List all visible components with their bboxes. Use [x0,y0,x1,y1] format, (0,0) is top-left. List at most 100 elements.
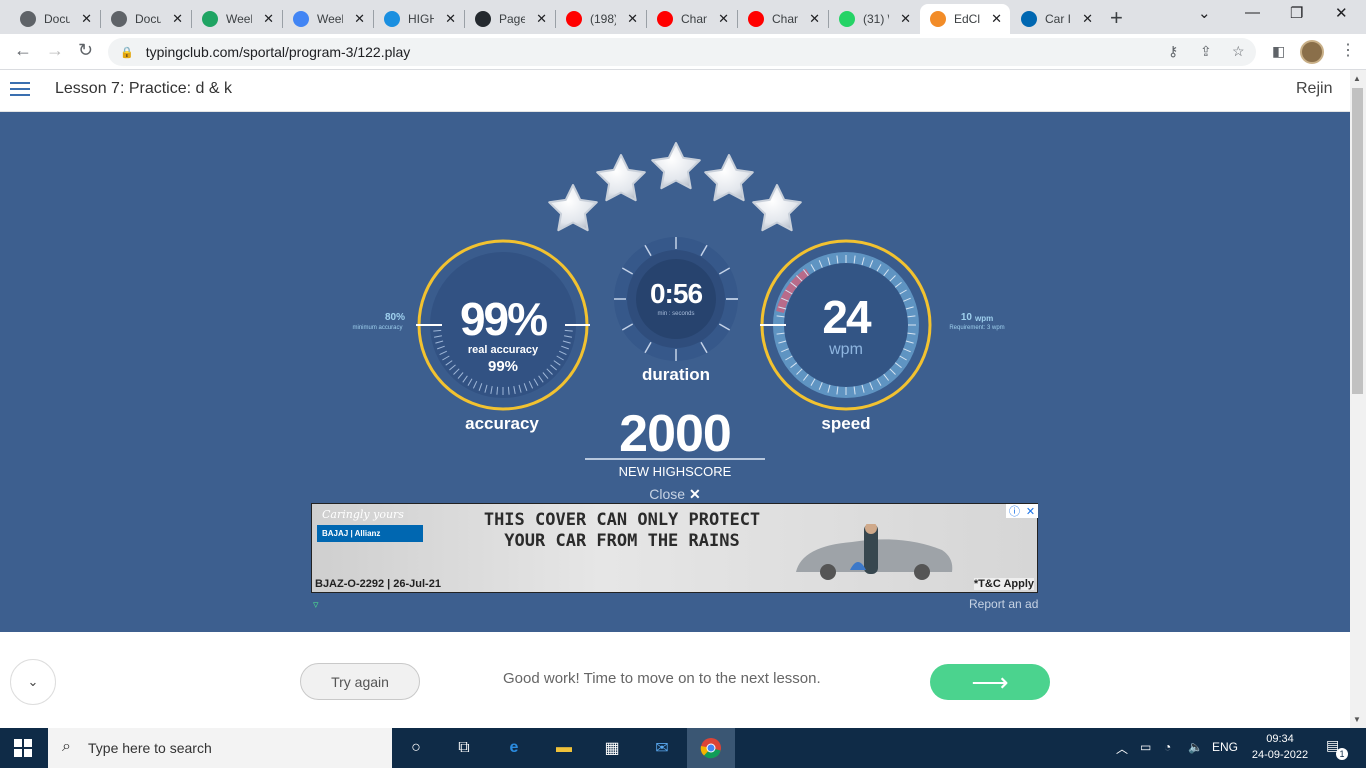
tab-close-icon[interactable]: ✕ [627,11,638,27]
browser-tab[interactable]: HIGH ✕ [374,4,464,34]
advertisement-banner[interactable]: Caringly yours BAJAJ | Allianz THIS COVE… [311,503,1038,593]
browser-tab[interactable]: Page ✕ [465,4,555,34]
scrollbar-thumb[interactable] [1352,88,1363,394]
tab-close-icon[interactable]: ✕ [718,11,729,27]
browser-tab[interactable]: Chan ✕ [738,4,828,34]
hamburger-menu-icon[interactable] [10,82,30,96]
chrome-icon[interactable] [699,736,723,760]
bookmark-star-icon[interactable]: ☆ [1232,43,1245,60]
tab-close-icon[interactable]: ✕ [263,11,274,27]
real-accuracy-value: 99% [487,358,519,375]
duration-label: duration [642,365,710,384]
browser-tab[interactable]: (198) ✕ [556,4,646,34]
tab-label: Docu [135,12,161,26]
speed-value: 24 [822,291,871,343]
wifi-icon[interactable]: ◔ [1164,740,1171,754]
url-field[interactable]: 🔒 typingclub.com/sportal/program-3/122.p… [108,38,1256,66]
browser-tab[interactable]: Docu ✕ [10,4,100,34]
url-text: typingclub.com/sportal/program-3/122.pla… [145,44,411,60]
taskbar-search-placeholder: Type here to search [88,740,212,756]
profile-avatar[interactable] [1300,40,1324,64]
min-accuracy-value: 80% [384,312,405,323]
browser-tab[interactable]: Week ✕ [192,4,282,34]
star-icon [704,154,754,202]
windows-start-icon[interactable] [14,739,32,757]
clock[interactable]: 09:34 24-09-2022 [1250,731,1310,763]
browser-tab[interactable]: Chan ✕ [647,4,737,34]
tab-search-icon[interactable]: ⌄ [1198,4,1211,22]
tab-label: Chan [681,12,707,26]
task-view-icon[interactable]: ⧉ [452,736,476,760]
lesson-title: Lesson 7: Practice: d & k [55,80,232,97]
close-button[interactable]: Close ✕ [620,486,730,503]
battery-icon[interactable]: ▭ [1140,740,1151,754]
forward-icon[interactable]: → [46,40,64,61]
ibb-icon [384,11,400,27]
scroll-up-icon[interactable]: ▲ [1353,74,1361,83]
ad-brand-logo: BAJAJ | Allianz [317,525,423,542]
collapse-button[interactable]: ⌄ [10,659,56,705]
side-panel-icon[interactable]: ◧ [1272,43,1285,60]
tab-close-icon[interactable]: ✕ [991,11,1002,27]
highscore-value: 2000 [619,405,732,463]
taskbar-search-box[interactable]: ⌕ Type here to search [48,728,392,768]
chrome-logo [700,738,721,759]
adchoices-icon[interactable]: ⓘ ✕ [1006,504,1038,518]
browser-tab[interactable]: Docu ✕ [101,4,191,34]
tray-overflow-icon[interactable]: ︿ [1116,740,1128,757]
scroll-down-icon[interactable]: ▼ [1353,715,1361,724]
globe-icon [20,11,36,27]
edge-icon[interactable]: e [502,736,526,760]
mail-icon[interactable]: ✉ [650,736,674,760]
tab-close-icon[interactable]: ✕ [536,11,547,27]
tab-close-icon[interactable]: ✕ [445,11,456,27]
browser-tab[interactable]: EdCl ✕ [920,4,1010,34]
close-window-icon[interactable]: ✕ [1335,4,1348,22]
file-explorer-icon[interactable]: ▬ [552,736,576,760]
store-icon[interactable]: ▦ [600,736,624,760]
key-icon[interactable]: ⚷ [1168,43,1178,60]
ad-feedback-icon[interactable]: ▿ [313,598,319,611]
bajaj-icon [1021,11,1037,27]
cortana-icon[interactable]: ○ [404,736,428,760]
language-indicator[interactable]: ENG [1212,740,1238,754]
clock-time: 09:34 [1266,733,1294,745]
tab-close-icon[interactable]: ✕ [1082,11,1093,27]
next-lesson-button[interactable]: ⟶ [930,664,1050,700]
tab-label: Week [226,12,252,26]
share-icon[interactable]: ⇪ [1200,43,1212,60]
browser-tab[interactable]: Car I ✕ [1011,4,1101,34]
restore-icon[interactable]: ❐ [1290,4,1303,22]
back-icon[interactable]: ← [14,40,32,61]
duration-value: 0:56 [649,278,703,309]
volume-icon[interactable]: 🔈 [1188,740,1203,754]
accuracy-label: accuracy [465,414,539,433]
tab-close-icon[interactable]: ✕ [81,11,92,27]
browser-tab[interactable]: Week ✕ [283,4,373,34]
tab-close-icon[interactable]: ✕ [900,11,911,27]
github-icon [475,11,491,27]
ad-headline: THIS COVER CAN ONLY PROTECT YOUR CAR FRO… [462,510,782,552]
minimize-icon[interactable]: — [1245,4,1260,21]
browser-tab[interactable]: (31) \ ✕ [829,4,919,34]
tab-close-icon[interactable]: ✕ [172,11,183,27]
reload-icon[interactable]: ↻ [78,40,93,61]
close-label: Close [649,486,686,502]
user-name[interactable]: Rejin [1296,80,1332,98]
ad-code: BJAZ-O-2292 | 26-Jul-21 [315,578,441,590]
youtube-icon [657,11,673,27]
tab-label: (198) [590,12,616,26]
whatsapp-icon [839,11,855,27]
report-ad-link[interactable]: Report an ad [969,597,1038,611]
try-again-button[interactable]: Try again [300,663,420,700]
tab-close-icon[interactable]: ✕ [809,11,820,27]
star-icon [651,142,701,190]
tab-close-icon[interactable]: ✕ [354,11,365,27]
duration-unit: min : seconds [657,311,695,317]
chrome-menu-icon[interactable]: ⋮ [1340,40,1356,60]
speed-requirement-label: Requirement: 3 wpm [949,325,1005,331]
tab-label: HIGH [408,12,434,26]
clock-date: 24-09-2022 [1251,749,1309,761]
new-tab-button[interactable]: + [1110,5,1123,31]
tab-label: Page [499,12,525,26]
